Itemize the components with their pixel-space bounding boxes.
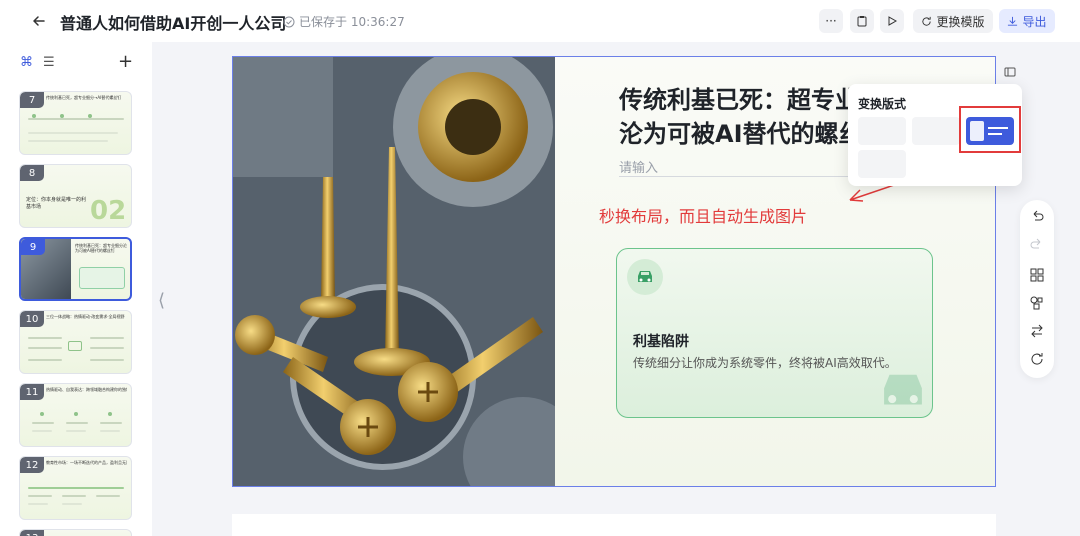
refresh-icon[interactable]: [1028, 350, 1046, 368]
change-template-label: 更换模版: [936, 14, 985, 29]
play-button[interactable]: [880, 9, 904, 33]
slide-sidebar: ⌘ ☰ + 7 传统利基已死，超专业细分→AI替代螺丝钉 8 定位：你本身就是唯…: [0, 42, 152, 536]
right-toolbar: [1020, 200, 1054, 378]
slide-thumbnail-title: 热情驱动、自我表达：跨领域融合构建你的独特优势: [46, 387, 127, 392]
add-slide-button[interactable]: +: [118, 51, 133, 72]
screws-illustration: [233, 57, 555, 486]
slide-thumbnail-number-art: 02: [90, 196, 127, 226]
refresh-icon: [922, 16, 932, 26]
layout-panel-toggle-icon[interactable]: [1004, 63, 1020, 79]
export-button[interactable]: 导出: [999, 9, 1055, 33]
back-button[interactable]: [27, 9, 51, 33]
slide-image-screws[interactable]: [233, 57, 555, 486]
slide-number: 13: [20, 530, 44, 536]
popover-title: 变换版式: [858, 97, 907, 111]
layout-option-1[interactable]: [858, 117, 906, 145]
highlight-box: [959, 106, 1021, 153]
slide-number: 8: [20, 165, 44, 181]
slide-subtitle-input[interactable]: 请输入: [619, 157, 859, 177]
slide-number: 7: [20, 92, 44, 108]
save-status: 已保存于 10:36:27: [283, 13, 405, 30]
top-bar: 普通人如何借助AI开创一人公司 已保存于 10:36:27 ··· 更换模版 导…: [0, 0, 1080, 42]
card-text: 传统细分让你成为系统零件，终将被AI高效取代。: [633, 356, 897, 370]
content-card[interactable]: 利基陷阱 传统细分让你成为系统零件，终将被AI高效取代。: [616, 248, 933, 418]
slide-thumbnail[interactable]: 10 三位一体战略：热情驱动·改变需求·全局视野: [19, 310, 132, 374]
list-view-icon[interactable]: ☰: [43, 55, 55, 70]
slide-thumbnail-title: 传统利基已死：超专业细分沦为可被AI替代的螺丝钉: [75, 243, 127, 253]
slide-thumbnail-title: 定位：你本身就是唯一的利基市场: [26, 197, 87, 210]
more-icon: ···: [825, 14, 837, 28]
swap-icon[interactable]: [1028, 322, 1046, 340]
grid-layout-icon[interactable]: [1028, 266, 1046, 284]
slide-number: 12: [20, 457, 44, 473]
slide-thumbnail-title: 教育性市场：一场不断迭代的产品，盈利且无限: [46, 460, 127, 465]
export-label: 导出: [1022, 14, 1047, 29]
undo-icon[interactable]: [1028, 208, 1046, 226]
arrow-left-icon: [33, 16, 45, 26]
view-toggles: ⌘ ☰: [20, 55, 55, 70]
slide-thumbnail-title: 传统利基已死，超专业细分→AI替代螺丝钉: [46, 95, 122, 100]
slide-thumbnail[interactable]: 11 热情驱动、自我表达：跨领域融合构建你的独特优势: [19, 383, 132, 447]
slide-number: 10: [20, 311, 44, 327]
slide-thumbnail-title: 三位一体战略：热情驱动·改变需求·全局视野: [46, 314, 125, 319]
slide-number: 9: [21, 239, 45, 255]
slide-thumbnail-active[interactable]: 9 传统利基已死：超专业细分沦为可被AI替代的螺丝钉: [19, 237, 132, 301]
document-title[interactable]: 普通人如何借助AI开创一人公司: [60, 10, 286, 34]
layout-option-2[interactable]: [912, 117, 960, 145]
slide-number: 11: [20, 384, 44, 400]
collapse-sidebar-handle[interactable]: ⟨: [158, 290, 165, 311]
change-template-button[interactable]: 更换模版: [913, 9, 993, 33]
clipboard-icon: [857, 16, 867, 27]
redo-icon[interactable]: [1028, 236, 1046, 254]
check-circle-icon: [283, 16, 295, 27]
slide-thumbnail[interactable]: 13: [19, 529, 132, 536]
slide-thumbnail[interactable]: 7 传统利基已死，超专业细分→AI替代螺丝钉: [19, 91, 132, 155]
card-title: 利基陷阱: [633, 334, 689, 350]
slide-thumbnail[interactable]: 8 定位：你本身就是唯一的利基市场 02: [19, 164, 132, 228]
layout-option-4[interactable]: [858, 150, 906, 178]
save-status-text: 已保存于 10:36:27: [299, 15, 405, 29]
play-icon: [888, 16, 897, 26]
shapes-icon[interactable]: [1028, 294, 1046, 312]
annotation-text: 秒换布局，而且自动生成图片: [599, 207, 808, 226]
grid-view-icon[interactable]: ⌘: [20, 55, 33, 70]
next-slide-preview[interactable]: [232, 514, 996, 536]
car-icon: [627, 259, 663, 295]
download-icon: [1008, 16, 1018, 26]
more-button[interactable]: ···: [819, 9, 843, 33]
car-watermark-icon: [884, 374, 922, 405]
clipboard-button[interactable]: [850, 9, 874, 33]
slide-thumbnail[interactable]: 12 教育性市场：一场不断迭代的产品，盈利且无限: [19, 456, 132, 520]
